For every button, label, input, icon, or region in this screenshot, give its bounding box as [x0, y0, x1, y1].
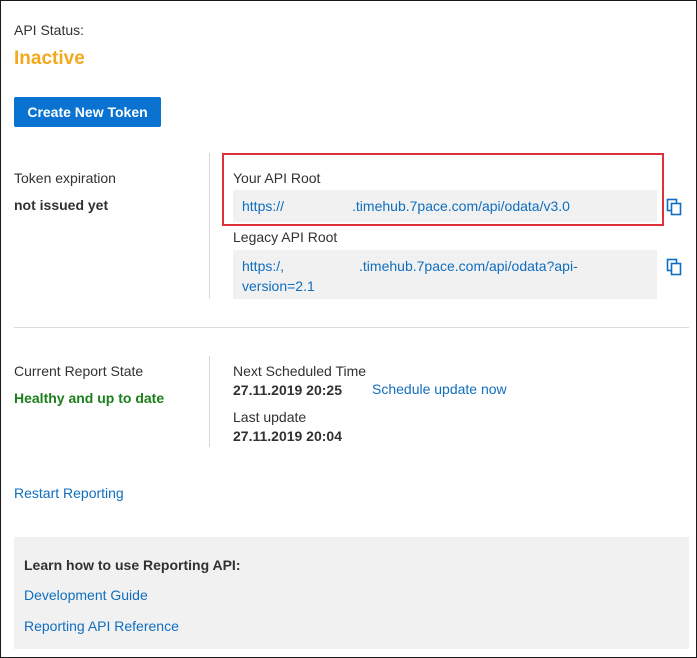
report-state-label: Current Report State — [14, 363, 144, 379]
legacy-api-root-label: Legacy API Root — [233, 229, 338, 245]
reporting-api-panel: API Status: Inactive Create New Token To… — [0, 0, 697, 658]
create-new-token-button[interactable]: Create New Token — [14, 97, 161, 127]
reporting-api-reference-link[interactable]: Reporting API Reference — [24, 618, 179, 634]
redacted-subdomain — [284, 197, 353, 211]
legacy-api-root-url[interactable]: https:/, .timehub.7pace.com/api/odata?api… — [233, 250, 657, 299]
copy-legacy-root-button[interactable] — [666, 258, 682, 279]
last-update-value: 27.11.2019 20:04 — [233, 428, 342, 444]
legacy-url-suffix: .timehub.7pace.com/api/odata?api- — [359, 258, 578, 274]
api-status-value: Inactive — [14, 48, 85, 69]
report-state-value: Healthy and up to date — [14, 390, 165, 406]
copy-icon — [666, 198, 682, 216]
redacted-subdomain — [284, 257, 360, 271]
legacy-url-line1: https:/, .timehub.7pace.com/api/odata?api… — [242, 256, 648, 276]
legacy-url-line2: version=2.1 — [242, 278, 315, 294]
token-expiration-value: not issued yet — [14, 197, 109, 213]
copy-icon — [666, 258, 682, 276]
next-scheduled-label: Next Scheduled Time — [233, 363, 367, 379]
copy-api-root-button[interactable] — [666, 198, 682, 219]
token-section-divider — [209, 153, 210, 298]
api-root-url-prefix: https:// — [242, 198, 285, 214]
schedule-update-now-link[interactable]: Schedule update now — [372, 381, 507, 397]
api-status-label: API Status: — [14, 22, 85, 38]
development-guide-link[interactable]: Development Guide — [24, 587, 148, 603]
next-scheduled-value: 27.11.2019 20:25 — [233, 382, 342, 398]
api-root-url[interactable]: https:// .timehub.7pace.com/api/odata/v3.… — [233, 190, 657, 222]
restart-reporting-link[interactable]: Restart Reporting — [14, 485, 124, 501]
token-expiration-label: Token expiration — [14, 170, 116, 186]
api-root-label: Your API Root — [233, 170, 321, 186]
api-root-url-suffix: .timehub.7pace.com/api/odata/v3.0 — [352, 198, 570, 214]
section-divider — [14, 327, 689, 328]
guide-title: Learn how to use Reporting API: — [24, 557, 241, 573]
report-section-divider — [209, 356, 210, 447]
legacy-url-prefix: https:/, — [242, 258, 285, 274]
last-update-label: Last update — [233, 409, 307, 425]
